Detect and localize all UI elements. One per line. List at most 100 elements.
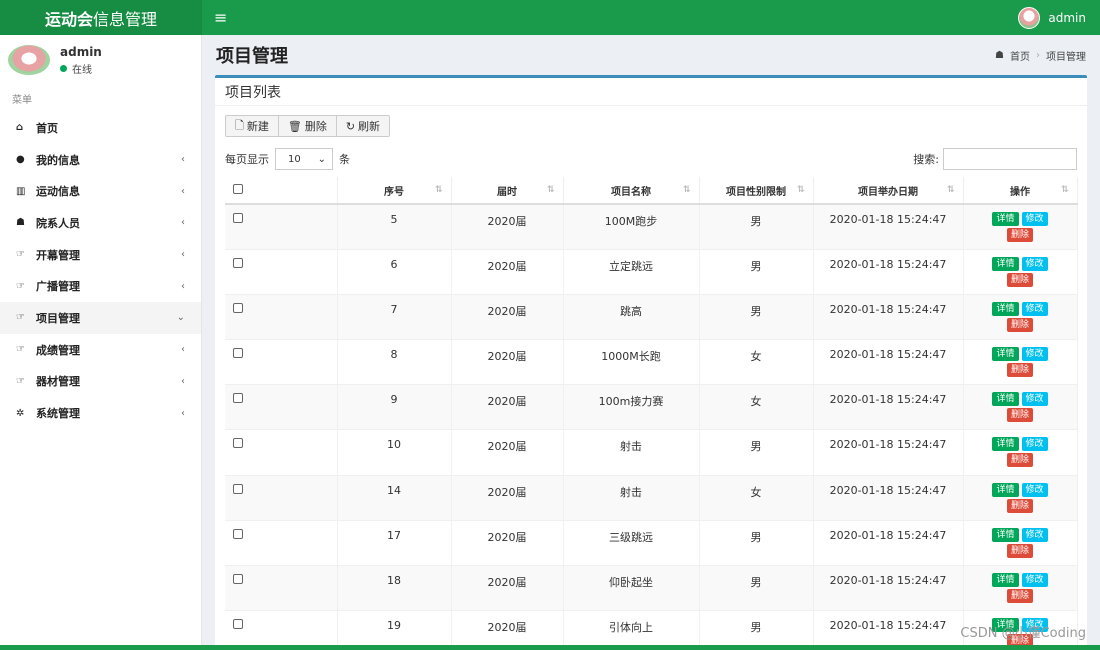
column-header[interactable]: 项目性别限制 ⇅ [699,177,814,205]
column-header[interactable]: 届时 ⇅ [451,177,564,205]
actions-cell: 详情 修改 删除 [963,519,1078,566]
row-delete-button[interactable]: 删除 [1006,543,1033,558]
detail-button[interactable]: 详情 [992,437,1019,452]
edit-button[interactable]: 修改 [1021,301,1048,316]
edit-button[interactable]: 修改 [1021,347,1048,362]
column-header[interactable]: 操作 ⇅ [963,177,1078,205]
column-header[interactable]: 序号 ⇅ [337,177,452,205]
thumbs-up-icon: ☞ [16,312,25,324]
status-text: 在线 [72,64,92,76]
row-checkbox[interactable] [233,257,243,268]
page-length-label: 每页显示 [225,153,269,166]
detail-button[interactable]: 详情 [992,347,1019,362]
column-header[interactable]: 项目举办日期 ⇅ [813,177,964,205]
sidebar-item-2[interactable]: ▥ 运动信息 ‹ [0,175,201,207]
sidebar-item-0[interactable]: ⌂ 首页 [0,112,201,144]
sidebar-toggle-icon[interactable]: ≡ [214,8,227,27]
row-checkbox[interactable] [233,528,243,539]
edit-button[interactable]: 修改 [1021,256,1048,271]
row-delete-button[interactable]: 删除 [1006,317,1033,332]
row-checkbox[interactable] [233,348,243,359]
row-delete-button[interactable]: 删除 [1006,272,1033,287]
actions-cell: 详情 修改 删除 [963,339,1078,385]
table-cell: 2020-01-18 15:24:47 [813,384,964,430]
new-button[interactable]: 🗋 新建 [225,115,279,137]
breadcrumb-current: 项目管理 [1046,51,1086,63]
sidebar-item-3[interactable]: ☗ 院系人员 ‹ [0,207,201,239]
trash-icon: 🗑 [287,119,302,133]
sort-icon: ⇅ [682,185,691,195]
column-header[interactable]: 项目名称 ⇅ [563,177,700,205]
detail-button[interactable]: 详情 [992,256,1019,271]
sidebar-item-8[interactable]: ☞ 器材管理 ‹ [0,366,201,398]
row-select-cell [225,519,338,566]
edit-button[interactable]: 修改 [1021,573,1048,587]
page-length-select[interactable]: 10 ⌄ [275,148,333,170]
edit-button[interactable]: 修改 [1021,392,1048,407]
row-delete-button[interactable]: 删除 [1006,408,1033,423]
row-checkbox[interactable] [233,213,243,223]
row-checkbox[interactable] [233,574,243,584]
sidebar-item-9[interactable]: ✲ 系统管理 ‹ [0,397,201,429]
bottom-bar [0,645,1100,650]
sidebar-item-label: 开幕管理 [36,248,80,262]
select-all-checkbox[interactable] [233,183,243,194]
detail-button[interactable]: 详情 [992,212,1019,226]
row-delete-button[interactable]: 删除 [1006,498,1033,513]
table-cell: 2020-01-18 15:24:47 [813,519,964,566]
table-cell: 2020-01-18 15:24:47 [813,248,964,295]
refresh-button[interactable]: ↻ 刷新 [335,115,391,137]
actions-cell: 详情 修改 删除 [963,384,1078,430]
detail-button[interactable]: 详情 [992,392,1019,407]
detail-button[interactable]: 详情 [992,573,1019,587]
table-cell: 女 [699,339,814,385]
sidebar-item-4[interactable]: ☞ 开幕管理 ‹ [0,239,201,271]
table-cell: 8 [337,339,452,385]
edit-button[interactable]: 修改 [1021,437,1048,452]
row-checkbox[interactable] [233,393,243,404]
row-delete-button[interactable]: 删除 [1006,453,1033,468]
avatar [1018,6,1041,29]
sidebar-item-6[interactable]: ☞ 项目管理 ⌄ [0,302,201,334]
sidebar-item-5[interactable]: ☞ 广播管理 ‹ [0,270,201,302]
row-checkbox[interactable] [233,438,243,449]
delete-button[interactable]: 🗑 删除 [277,115,337,137]
detail-button[interactable]: 详情 [992,482,1019,497]
row-delete-button[interactable]: 删除 [1006,363,1033,378]
top-header: 运动会 信息管理 ≡ admin [0,0,1100,35]
edit-button[interactable]: 修改 [1021,212,1048,226]
table-cell: 2020届 [451,474,564,521]
table-cell: 2020届 [451,384,564,430]
table-cell: 射击 [563,429,700,476]
sidebar-item-1[interactable]: ● 我的信息 ‹ [0,144,201,176]
select-all-header[interactable] [225,177,338,205]
row-checkbox[interactable] [233,619,243,630]
edit-button[interactable]: 修改 [1021,482,1048,497]
table-cell: 2020-01-18 15:24:47 [813,203,964,250]
row-select-cell [225,564,338,611]
row-delete-button[interactable]: 删除 [1006,589,1033,603]
sidebar-item-7[interactable]: ☞ 成绩管理 ‹ [0,334,201,366]
chevron-left-icon: ‹ [181,185,185,197]
row-delete-button[interactable]: 删除 [1006,228,1033,242]
table-row: 8 2020届 1000M长跑女 2020-01-18 15:24:47 详情 修改 删除 [225,339,1078,385]
detail-button[interactable]: 详情 [992,301,1019,316]
detail-button[interactable]: 详情 [992,527,1019,542]
table-cell: 女 [699,474,814,521]
bar-chart-icon: ▥ [16,185,26,197]
table-row: 9 2020届 100m接力赛女 2020-01-18 15:24:47 详情 修改 删除 [225,384,1078,430]
breadcrumb-home[interactable]: 首页 [1010,48,1030,63]
column-header-label: 项目举办日期 [858,186,918,198]
table-cell: 男 [699,203,814,250]
edit-button[interactable]: 修改 [1021,527,1048,542]
sidebar-item-label: 广播管理 [36,280,80,294]
search-input[interactable] [943,148,1077,170]
column-header-label: 操作 [1010,186,1030,198]
table-cell: 男 [699,429,814,476]
row-select-cell [225,429,338,476]
table-row: 17 2020届 三级跳远男 2020-01-18 15:24:47 详情 修改 删除 [225,519,1078,566]
user-menu[interactable]: admin [1018,6,1086,29]
row-checkbox[interactable] [233,302,243,313]
row-checkbox[interactable] [233,483,243,494]
app-logo[interactable]: 运动会 信息管理 [0,0,202,35]
